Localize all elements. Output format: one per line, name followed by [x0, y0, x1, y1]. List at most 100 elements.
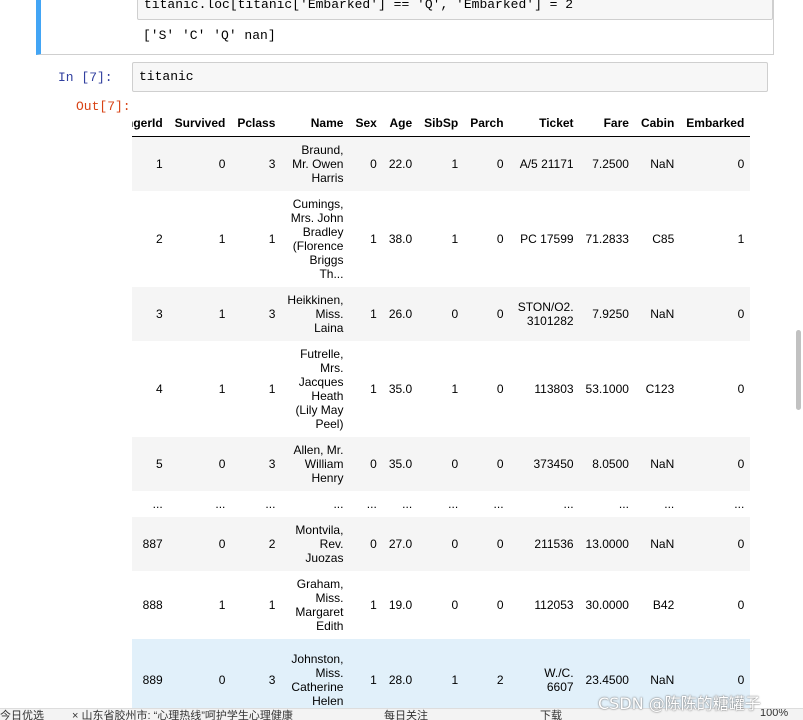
- column-header: Ticket: [510, 110, 580, 137]
- table-cell: ...: [132, 491, 169, 517]
- table-cell: 13.0000: [580, 517, 635, 571]
- table-cell: 1: [418, 137, 464, 191]
- table-cell: 0: [464, 437, 509, 491]
- table-row: 411Futrelle, Mrs. Jacques Heath (Lily Ma…: [132, 341, 750, 437]
- column-header: Name: [281, 110, 349, 137]
- table-cell: 0: [680, 137, 750, 191]
- table-cell: 3: [132, 287, 169, 341]
- table-cell: 1: [231, 191, 281, 287]
- column-header: Parch: [464, 110, 509, 137]
- table-cell: 26.0: [383, 287, 418, 341]
- table-cell: C85: [635, 191, 680, 287]
- table-cell: 1: [349, 341, 382, 437]
- taskbar-item[interactable]: 每日关注: [384, 708, 428, 720]
- table-cell: NaN: [635, 437, 680, 491]
- table-cell: NaN: [635, 287, 680, 341]
- previous-code-input[interactable]: titanic.loc[titanic['Embarked'] == 'Q', …: [137, 0, 773, 20]
- code-input[interactable]: titanic: [132, 62, 768, 92]
- out-prompt: Out[7]:: [76, 99, 131, 114]
- table-cell: NaN: [635, 137, 680, 191]
- taskbar-news-item[interactable]: × 山东省胶州市: “心理热线”呵护学生心理健康: [72, 708, 293, 720]
- table-cell: 27.0: [383, 517, 418, 571]
- table-cell: 0: [680, 287, 750, 341]
- table-body: 103Braund, Mr. Owen Harris022.010A/5 211…: [132, 137, 750, 720]
- table-cell: 0: [464, 287, 509, 341]
- table-cell: 1: [231, 341, 281, 437]
- table-row: ....................................: [132, 491, 750, 517]
- code-cell[interactable]: In [7]: titanic Out[7]: ngerIdSurvivedPc…: [36, 60, 774, 720]
- table-cell: 8.0500: [580, 437, 635, 491]
- table-cell: Montvila, Rev. Juozas: [281, 517, 349, 571]
- table-cell: 2: [231, 517, 281, 571]
- table-cell: 887: [132, 517, 169, 571]
- table-row: 503Allen, Mr. William Henry035.000373450…: [132, 437, 750, 491]
- table-cell: 0: [349, 437, 382, 491]
- table-cell: 1: [169, 287, 232, 341]
- table-cell: 373450: [510, 437, 580, 491]
- table-cell: 1: [349, 191, 382, 287]
- table-cell: ...: [635, 491, 680, 517]
- column-header: Age: [383, 110, 418, 137]
- table-cell: ...: [281, 491, 349, 517]
- table-cell: ...: [169, 491, 232, 517]
- table-cell: Graham, Miss. Margaret Edith: [281, 571, 349, 639]
- table-row: 313Heikkinen, Miss. Laina126.000STON/O2.…: [132, 287, 750, 341]
- table-cell: C123: [635, 341, 680, 437]
- previous-cell[interactable]: titanic.loc[titanic['Embarked'] == 'Q', …: [36, 0, 774, 55]
- table-cell: 1: [169, 341, 232, 437]
- table-cell: ...: [510, 491, 580, 517]
- table-cell: 19.0: [383, 571, 418, 639]
- download-item[interactable]: 下载: [540, 708, 562, 720]
- column-header: Fare: [580, 110, 635, 137]
- column-header: ngerId: [132, 110, 169, 137]
- table-cell: 53.1000: [580, 341, 635, 437]
- table-cell: 5: [132, 437, 169, 491]
- zoom-level[interactable]: 100%: [760, 708, 788, 719]
- table-cell: Heikkinen, Miss. Laina: [281, 287, 349, 341]
- column-header: Survived: [169, 110, 232, 137]
- table-cell: 1: [231, 571, 281, 639]
- column-header: Embarked: [680, 110, 750, 137]
- dataframe-output: ngerIdSurvivedPclassNameSexAgeSibSpParch…: [132, 110, 794, 720]
- table-cell: Allen, Mr. William Henry: [281, 437, 349, 491]
- table-cell: 1: [349, 571, 382, 639]
- dataframe-table: ngerIdSurvivedPclassNameSexAgeSibSpParch…: [132, 110, 750, 720]
- table-cell: B42: [635, 571, 680, 639]
- table-cell: 0: [680, 571, 750, 639]
- table-cell: 3: [231, 287, 281, 341]
- table-row: 88811Graham, Miss. Margaret Edith119.000…: [132, 571, 750, 639]
- table-header-row: ngerIdSurvivedPclassNameSexAgeSibSpParch…: [132, 110, 750, 137]
- table-cell: 0: [349, 517, 382, 571]
- table-cell: PC 17599: [510, 191, 580, 287]
- table-cell: 35.0: [383, 341, 418, 437]
- table-cell: 0: [464, 137, 509, 191]
- table-cell: STON/O2. 3101282: [510, 287, 580, 341]
- table-cell: 0: [680, 437, 750, 491]
- vertical-scrollbar[interactable]: [796, 330, 801, 410]
- column-header: Sex: [349, 110, 382, 137]
- table-cell: ...: [580, 491, 635, 517]
- table-cell: Futrelle, Mrs. Jacques Heath (Lily May P…: [281, 341, 349, 437]
- table-cell: 30.0000: [580, 571, 635, 639]
- table-cell: 0: [464, 191, 509, 287]
- taskbar-item[interactable]: 今日优选: [0, 708, 44, 720]
- table-cell: 0: [418, 571, 464, 639]
- csdn-watermark: CSDN @陈陈的糖罐子: [598, 690, 761, 714]
- table-row: 88702Montvila, Rev. Juozas027.0002115361…: [132, 517, 750, 571]
- table-cell: 4: [132, 341, 169, 437]
- table-cell: Braund, Mr. Owen Harris: [281, 137, 349, 191]
- table-cell: 1: [349, 287, 382, 341]
- table-cell: 3: [231, 137, 281, 191]
- table-cell: 0: [418, 517, 464, 571]
- table-cell: ...: [231, 491, 281, 517]
- table-cell: 71.2833: [580, 191, 635, 287]
- table-row: 103Braund, Mr. Owen Harris022.010A/5 211…: [132, 137, 750, 191]
- table-cell: ...: [680, 491, 750, 517]
- table-cell: 1: [418, 341, 464, 437]
- table-cell: 0: [169, 137, 232, 191]
- table-cell: 0: [680, 517, 750, 571]
- table-cell: 7.9250: [580, 287, 635, 341]
- table-cell: 0: [464, 517, 509, 571]
- table-cell: 211536: [510, 517, 580, 571]
- previous-cell-output: ['S' 'C' 'Q' nan]: [143, 28, 276, 43]
